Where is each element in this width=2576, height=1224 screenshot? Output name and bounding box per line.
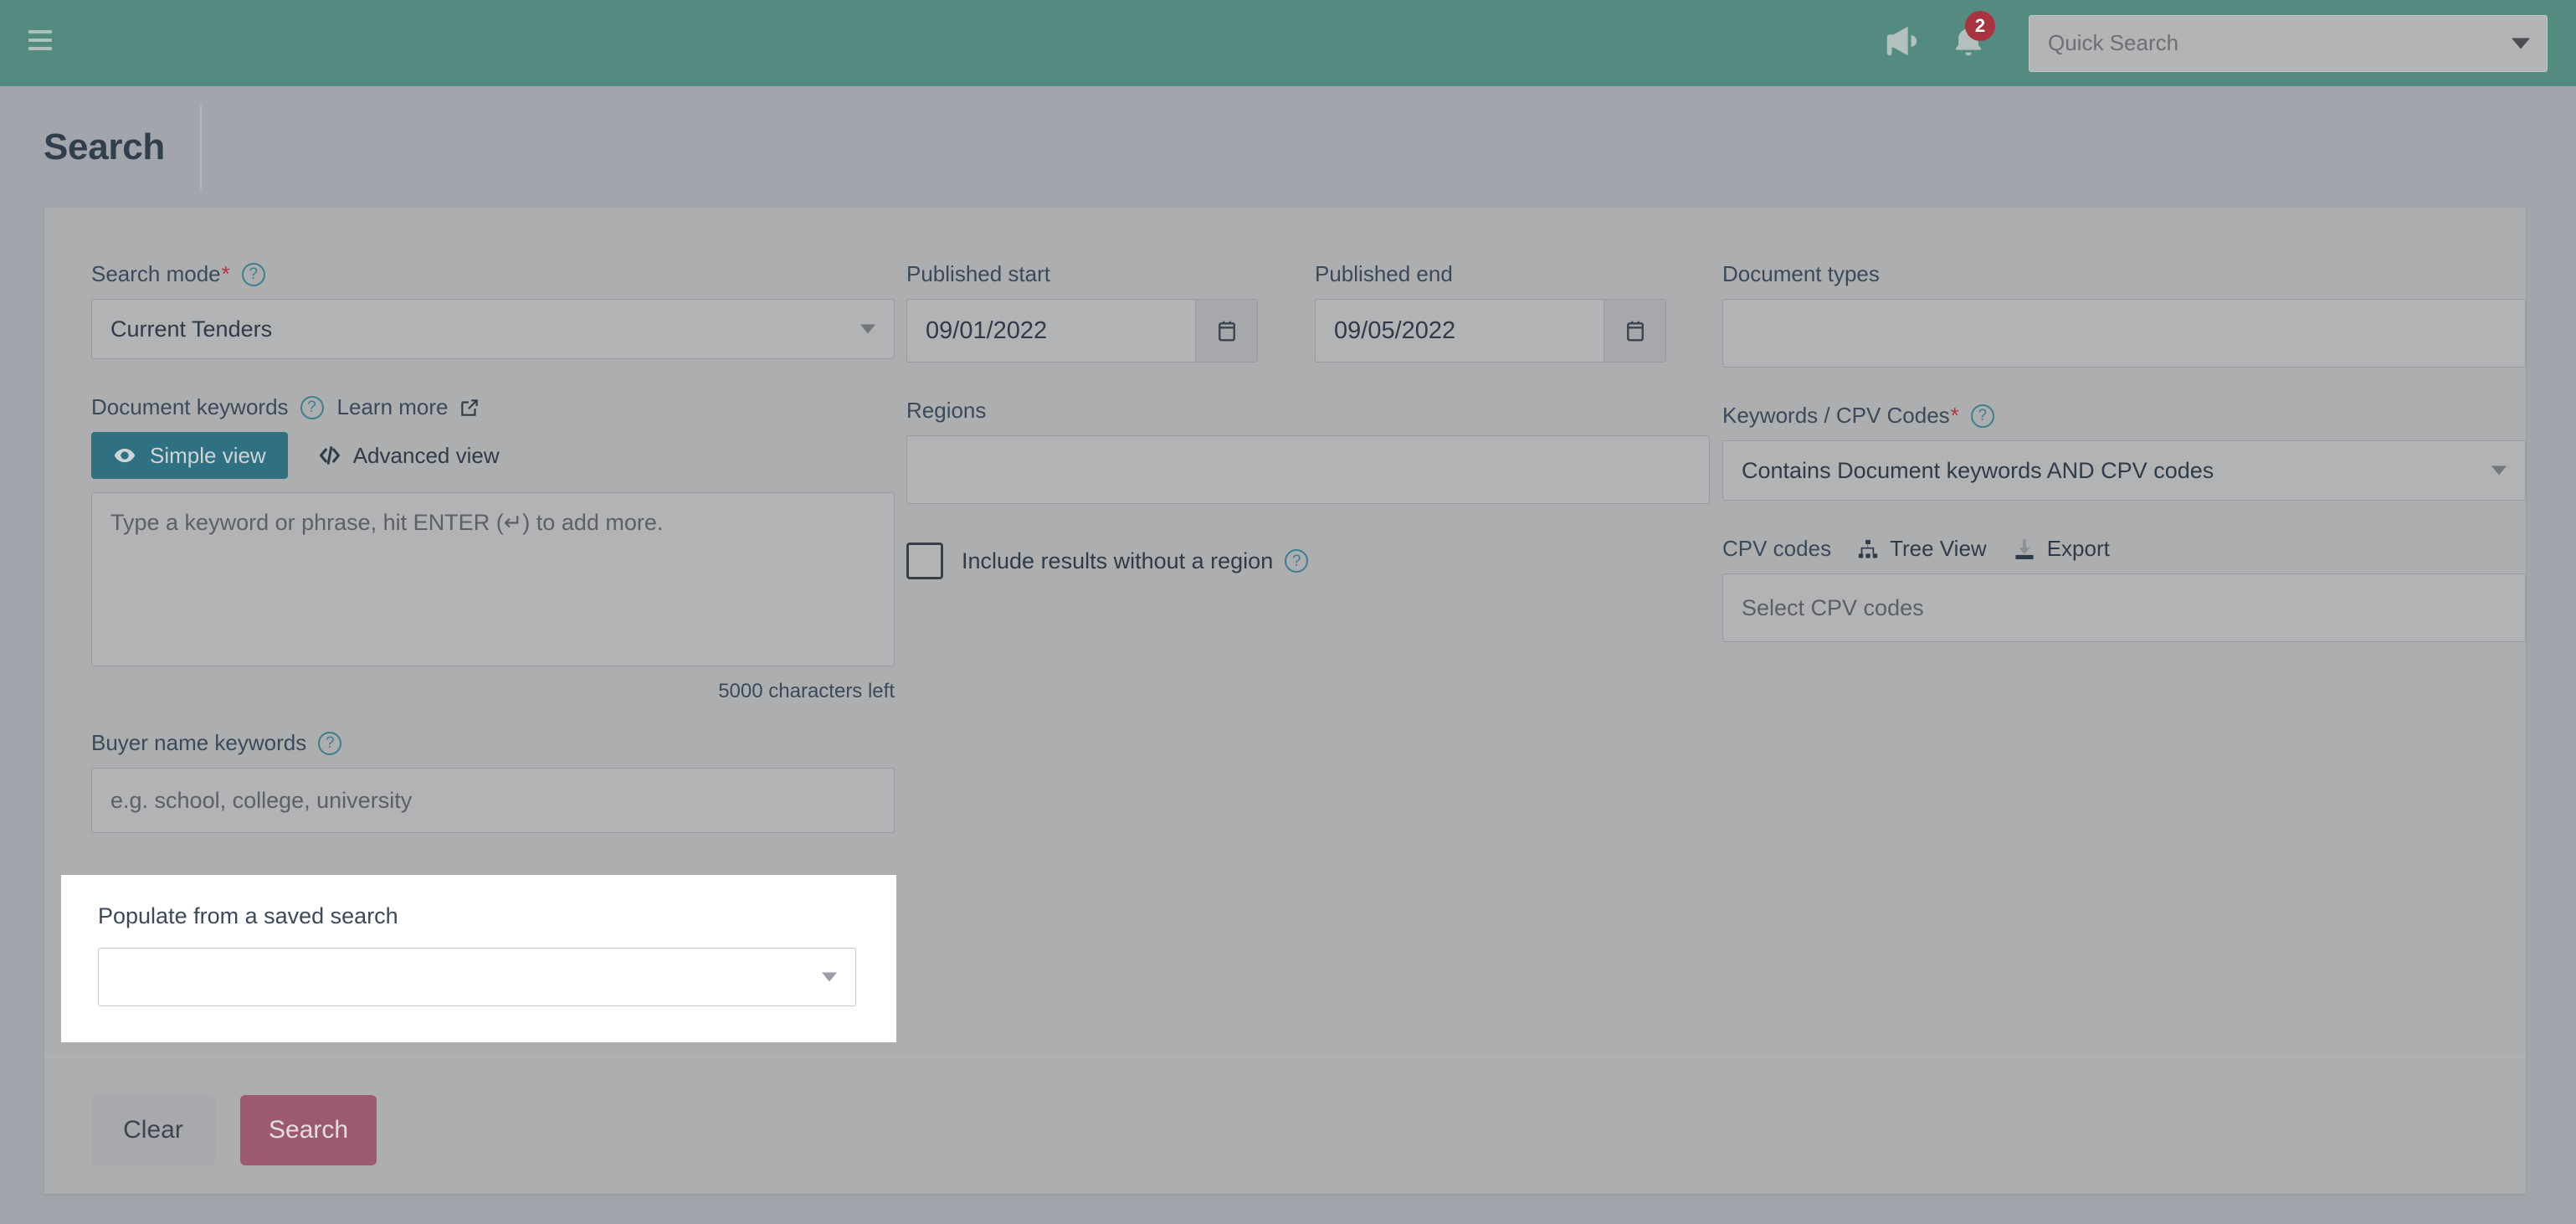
published-start-group: Published start 09/01/2022 bbox=[906, 261, 1258, 363]
published-start-label: Published start bbox=[906, 261, 1050, 286]
published-end-field[interactable]: 09/05/2022 bbox=[1315, 299, 1666, 363]
include-no-region-row: Include results without a region ? bbox=[906, 543, 1710, 579]
buyer-name-label-row: Buyer name keywords ? bbox=[91, 730, 895, 756]
search-button[interactable]: Search bbox=[240, 1095, 377, 1165]
cpv-codes-label: CPV codes bbox=[1722, 536, 1832, 561]
keywords-cpv-label-row: Keywords / CPV Codes * ? bbox=[1722, 403, 2526, 429]
regions-input[interactable] bbox=[906, 435, 1710, 504]
search-mode-group: Search mode * ? Current Tenders bbox=[91, 261, 895, 359]
cpv-codes-input[interactable]: Select CPV codes bbox=[1722, 573, 2526, 642]
eye-icon bbox=[113, 444, 136, 467]
document-keywords-placeholder: Type a keyword or phrase, hit ENTER (↵) … bbox=[110, 510, 664, 535]
quick-search-placeholder: Quick Search bbox=[2048, 30, 2179, 55]
learn-more-link[interactable]: Learn more bbox=[337, 394, 480, 420]
cpv-codes-placeholder: Select CPV codes bbox=[1742, 594, 1924, 620]
required-marker: * bbox=[1950, 403, 1959, 428]
form-actions: Clear Search bbox=[91, 1095, 377, 1165]
keywords-cpv-select[interactable]: Contains Document keywords AND CPV codes bbox=[1722, 440, 2526, 501]
calendar-icon[interactable] bbox=[1604, 300, 1665, 362]
tree-view-button[interactable]: Tree View bbox=[1856, 536, 1987, 562]
hamburger-bar bbox=[28, 39, 52, 42]
document-keywords-label: Document keywords bbox=[91, 394, 289, 419]
simple-view-tab[interactable]: Simple view bbox=[91, 432, 288, 479]
chevron-down-icon bbox=[860, 324, 875, 334]
document-types-label: Document types bbox=[1722, 261, 1880, 286]
document-types-group: Document types bbox=[1722, 261, 2526, 368]
required-marker: * bbox=[221, 261, 230, 286]
published-date-range: Published start 09/01/2022 Published end… bbox=[906, 261, 1710, 363]
search-mode-label-row: Search mode * ? bbox=[91, 261, 895, 287]
form-column-middle: Published start 09/01/2022 Published end… bbox=[906, 261, 1710, 579]
saved-search-select[interactable] bbox=[98, 948, 856, 1006]
megaphone-icon bbox=[1882, 22, 1921, 64]
page-title: Search bbox=[44, 126, 165, 167]
include-no-region-checkbox[interactable] bbox=[906, 543, 943, 579]
tree-view-label: Tree View bbox=[1890, 536, 1987, 561]
notifications-button[interactable]: 2 bbox=[1935, 0, 2002, 86]
published-end-value: 09/05/2022 bbox=[1334, 316, 1456, 344]
keywords-cpv-label: Keywords / CPV Codes bbox=[1722, 403, 1950, 428]
keyword-view-toggle: Simple view Advanced view bbox=[91, 432, 895, 479]
page-header: Search bbox=[0, 86, 2576, 208]
document-keywords-label-row: Document keywords ? Learn more bbox=[91, 394, 895, 420]
populate-from-saved-search-panel: Populate from a saved search bbox=[61, 875, 896, 1042]
cpv-codes-group: CPV codes Tree View Export Select CPV co… bbox=[1722, 536, 2526, 642]
keywords-cpv-group: Keywords / CPV Codes * ? Contains Documen… bbox=[1722, 403, 2526, 501]
chevron-down-icon bbox=[822, 972, 837, 982]
export-button[interactable]: Export bbox=[2012, 536, 2110, 562]
saved-search-label: Populate from a saved search bbox=[98, 903, 398, 928]
simple-view-label: Simple view bbox=[150, 442, 266, 468]
learn-more-label: Learn more bbox=[336, 394, 449, 419]
search-mode-select[interactable]: Current Tenders bbox=[91, 299, 895, 359]
cpv-codes-label-row: CPV codes Tree View Export bbox=[1722, 536, 2526, 562]
hamburger-bar bbox=[28, 30, 52, 33]
published-start-field[interactable]: 09/01/2022 bbox=[906, 299, 1258, 363]
published-end-group: Published end 09/05/2022 bbox=[1315, 261, 1666, 363]
hamburger-bar bbox=[28, 47, 52, 50]
published-end-label: Published end bbox=[1315, 261, 1453, 286]
buyer-name-keywords-group: Buyer name keywords ? e.g. school, colle… bbox=[91, 730, 895, 833]
advanced-view-label: Advanced view bbox=[352, 442, 500, 468]
search-form-card: Search mode * ? Current Tenders Document … bbox=[44, 208, 2526, 1194]
help-circle-icon[interactable]: ? bbox=[1970, 404, 1994, 428]
regions-group: Regions Include results without a region… bbox=[906, 398, 1710, 579]
chevron-down-icon bbox=[2491, 465, 2507, 476]
help-circle-icon[interactable]: ? bbox=[300, 395, 324, 419]
calendar-icon[interactable] bbox=[1195, 300, 1257, 362]
header-divider bbox=[199, 105, 202, 189]
buyer-name-keywords-label: Buyer name keywords bbox=[91, 730, 307, 755]
document-keywords-group: Document keywords ? Learn more Simple vi… bbox=[91, 394, 895, 703]
help-circle-icon[interactable]: ? bbox=[1285, 549, 1309, 573]
help-circle-icon[interactable]: ? bbox=[318, 731, 342, 755]
hamburger-icon[interactable] bbox=[28, 30, 52, 50]
sitemap-icon bbox=[1856, 537, 1880, 561]
buyer-name-keywords-placeholder: e.g. school, college, university bbox=[110, 787, 413, 813]
document-types-input[interactable] bbox=[1722, 299, 2526, 368]
form-column-right: Document types Keywords / CPV Codes * ? C… bbox=[1722, 261, 2526, 642]
topbar-actions: 2 Quick Search bbox=[1868, 0, 2576, 86]
buyer-name-keywords-input[interactable]: e.g. school, college, university bbox=[91, 768, 895, 833]
quick-search-input[interactable]: Quick Search bbox=[2029, 14, 2548, 72]
search-mode-label: Search mode bbox=[91, 261, 221, 286]
form-column-left: Search mode * ? Current Tenders Document … bbox=[91, 261, 895, 833]
search-mode-value: Current Tenders bbox=[110, 316, 273, 342]
document-keywords-textarea[interactable]: Type a keyword or phrase, hit ENTER (↵) … bbox=[91, 492, 895, 666]
keywords-cpv-value: Contains Document keywords AND CPV codes bbox=[1742, 457, 2214, 483]
export-label: Export bbox=[2046, 536, 2110, 561]
help-circle-icon[interactable]: ? bbox=[241, 262, 265, 286]
external-link-icon bbox=[459, 397, 480, 419]
include-no-region-label-wrap: Include results without a region ? bbox=[962, 548, 1309, 574]
code-icon bbox=[318, 444, 341, 467]
published-start-value: 09/01/2022 bbox=[926, 316, 1048, 344]
clear-button[interactable]: Clear bbox=[91, 1095, 215, 1165]
download-icon bbox=[2012, 537, 2037, 562]
regions-label: Regions bbox=[906, 398, 987, 423]
announcements-button[interactable] bbox=[1868, 0, 1935, 86]
chevron-down-icon bbox=[2512, 38, 2530, 49]
include-no-region-label: Include results without a region bbox=[962, 548, 1274, 573]
notification-count-badge: 2 bbox=[1965, 11, 1995, 41]
advanced-view-tab[interactable]: Advanced view bbox=[300, 432, 518, 479]
characters-left-counter: 5000 characters left bbox=[718, 680, 895, 702]
top-navigation-bar: 2 Quick Search bbox=[0, 0, 2576, 86]
